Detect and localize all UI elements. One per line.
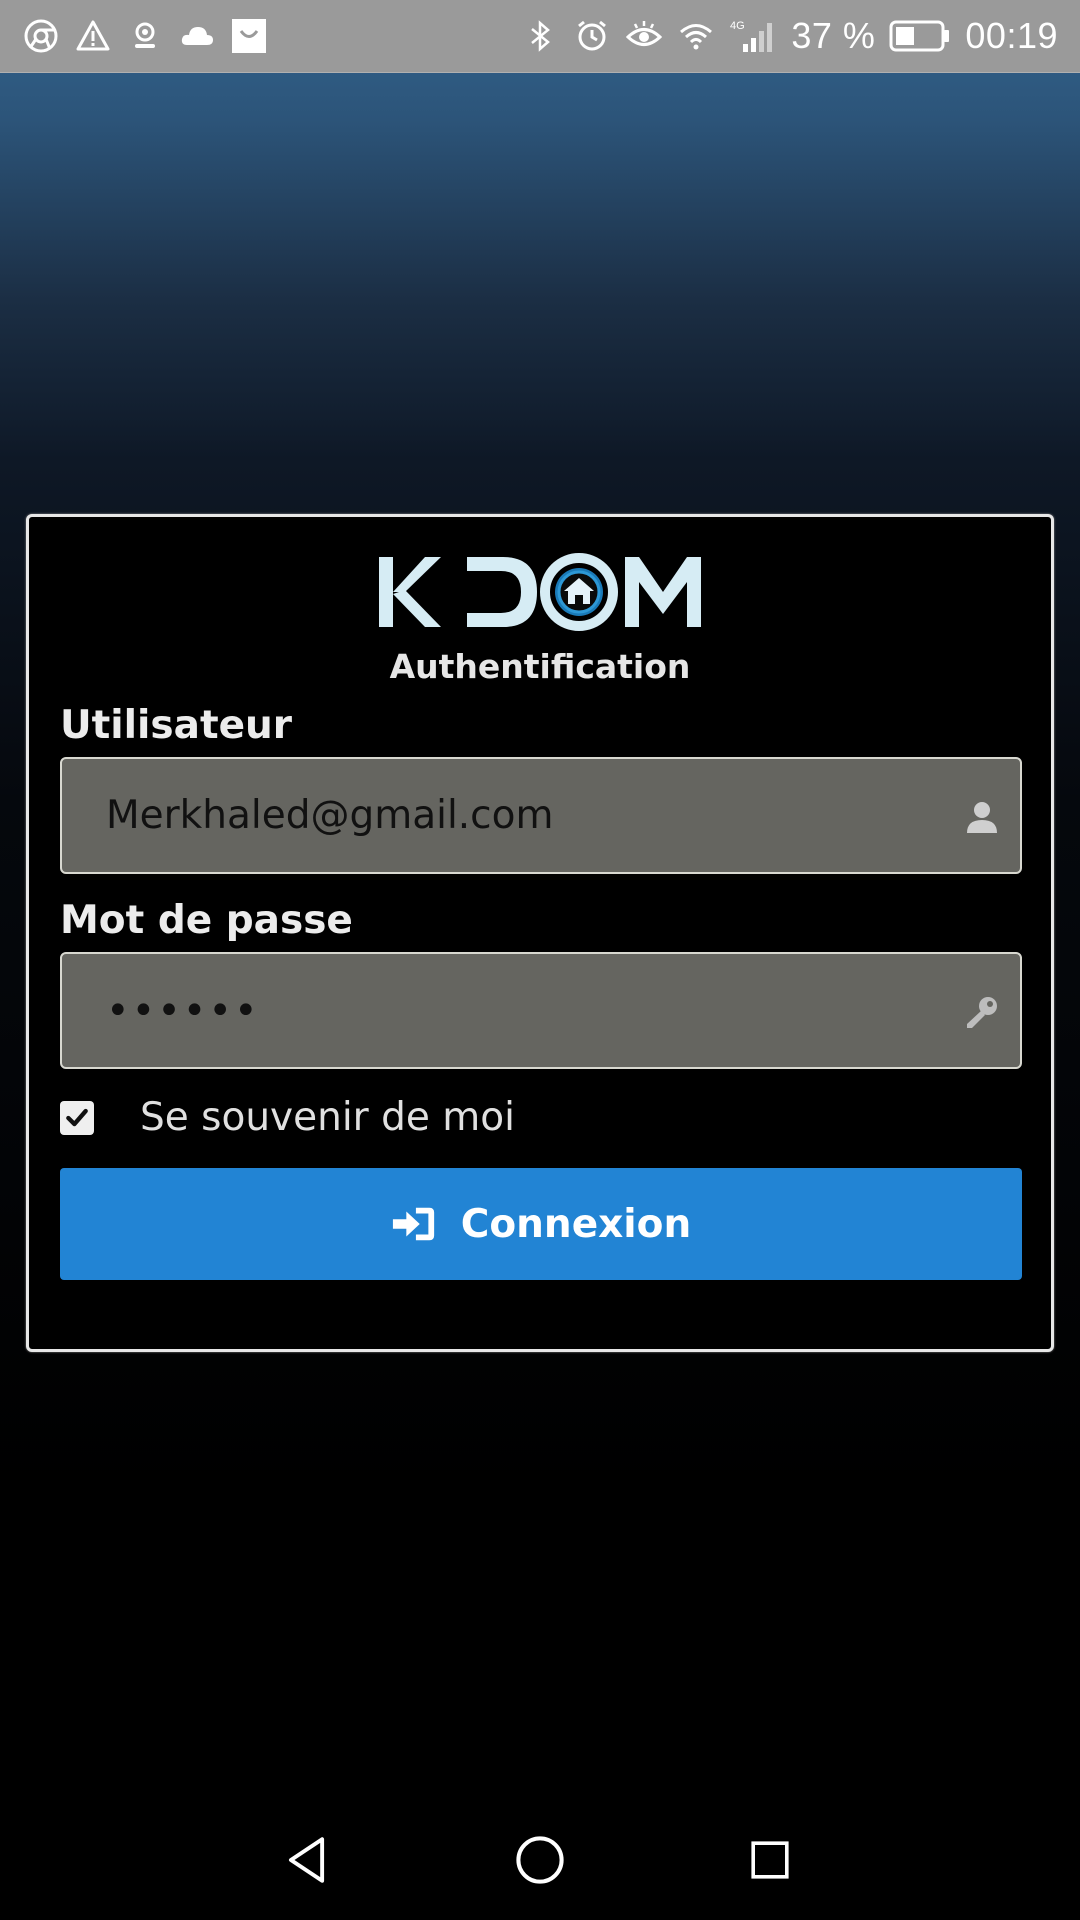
remember-label: Se souvenir de moi: [140, 1095, 515, 1140]
eye-icon: [625, 17, 663, 55]
connexion-button[interactable]: Connexion: [60, 1168, 1022, 1280]
password-input[interactable]: [106, 987, 946, 1034]
user-field[interactable]: [60, 757, 1022, 874]
user-icon: [964, 799, 1000, 835]
wifi-icon: [677, 17, 715, 55]
remember-checkbox[interactable]: [60, 1100, 94, 1135]
user-label: Utilisateur: [60, 703, 293, 748]
nav-bar: [0, 1800, 1080, 1920]
clock: 00:19: [965, 15, 1058, 56]
signal-icon: 4G: [729, 17, 777, 55]
user-input[interactable]: [106, 793, 946, 838]
back-icon[interactable]: [280, 1830, 340, 1890]
password-label: Mot de passe: [60, 898, 353, 943]
battery-percent: 37 %: [791, 15, 876, 56]
home-icon[interactable]: [510, 1830, 570, 1890]
recents-icon[interactable]: [740, 1830, 800, 1890]
kdom-logo: [29, 547, 1051, 637]
location-icon: [126, 17, 164, 55]
key-icon: [964, 994, 1000, 1030]
sign-in-icon: [392, 1207, 434, 1241]
shopping-bag-icon: [230, 17, 268, 55]
bluetooth-icon: [521, 17, 559, 55]
login-card: Authentification Utilisateur Mot de pass…: [26, 514, 1054, 1352]
connexion-label: Connexion: [460, 1201, 692, 1247]
warning-icon: [74, 17, 112, 55]
check-icon: [66, 1108, 88, 1126]
status-bar: 4G 37 % 00:19: [0, 0, 1080, 73]
cloud-icon: [178, 17, 216, 55]
network-type: 4G: [730, 20, 745, 32]
password-field[interactable]: [60, 952, 1022, 1069]
battery-icon: [889, 19, 951, 53]
chrome-icon: [22, 17, 60, 55]
remember-me[interactable]: Se souvenir de moi: [60, 1095, 515, 1140]
login-screen: 4G 37 % 00:19 Authentification Utilisate…: [0, 0, 1080, 1920]
alarm-icon: [573, 17, 611, 55]
card-title: Authentification: [389, 647, 691, 686]
